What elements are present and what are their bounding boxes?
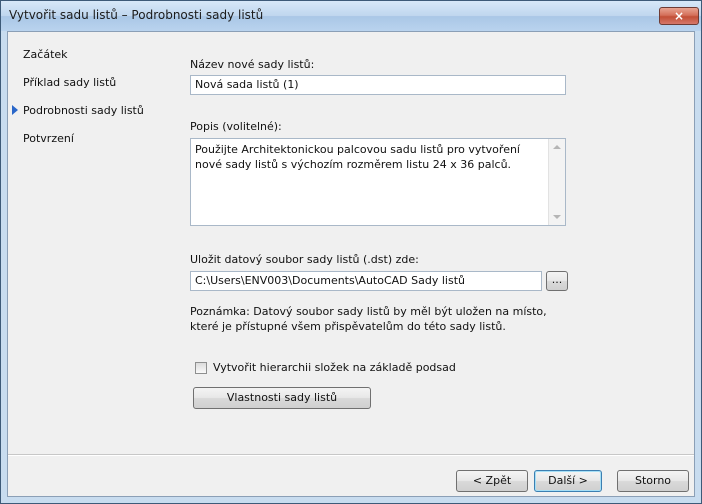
cancel-button[interactable]: Storno — [617, 470, 689, 492]
description-label: Popis (volitelné): — [190, 120, 282, 133]
close-button[interactable]: × — [659, 7, 699, 25]
dialog-client-area: Začátek Příklad sady listů Podrobnosti s… — [7, 31, 695, 497]
description-scrollbar[interactable] — [548, 139, 565, 225]
sheet-set-properties-button[interactable]: Vlastnosti sady listů — [193, 387, 371, 409]
close-icon: × — [673, 9, 685, 23]
step-start[interactable]: Začátek — [23, 48, 68, 61]
hierarchy-checkbox-label[interactable]: Vytvořit hierarchii složek na základě po… — [213, 361, 456, 374]
step-example[interactable]: Příklad sady listů — [23, 76, 116, 89]
dst-path-input[interactable]: C:\Users\ENV003\Documents\AutoCAD Sady l… — [190, 271, 542, 291]
step-details[interactable]: Podrobnosti sady listů — [23, 104, 144, 117]
name-label: Název nové sady listů: — [190, 58, 315, 71]
description-textarea[interactable]: Použijte Architektonickou palcovou sadu … — [190, 138, 566, 226]
sheet-set-name-input[interactable]: Nová sada listů (1) — [190, 75, 566, 95]
browse-button[interactable]: ... — [546, 271, 568, 291]
dst-label: Uložit datový soubor sady listů (.dst) z… — [190, 253, 419, 266]
step-confirmation[interactable]: Potvrzení — [23, 132, 74, 145]
description-text: Použijte Architektonickou palcovou sadu … — [195, 143, 520, 171]
back-button[interactable]: < Zpět — [456, 470, 528, 492]
next-button[interactable]: Další > — [534, 470, 602, 492]
footer-separator — [8, 454, 694, 456]
window-title: Vytvořit sadu listů – Podrobnosti sady l… — [9, 8, 264, 22]
title-bar[interactable]: Vytvořit sadu listů – Podrobnosti sady l… — [1, 1, 701, 31]
dialog-window: Vytvořit sadu listů – Podrobnosti sady l… — [0, 0, 702, 504]
scroll-down-icon[interactable] — [553, 215, 561, 219]
dst-note: Poznámka: Datový soubor sady listů by mě… — [190, 305, 547, 333]
current-step-arrow-icon — [12, 105, 18, 115]
hierarchy-checkbox[interactable] — [195, 362, 207, 374]
scroll-up-icon[interactable] — [553, 145, 561, 149]
